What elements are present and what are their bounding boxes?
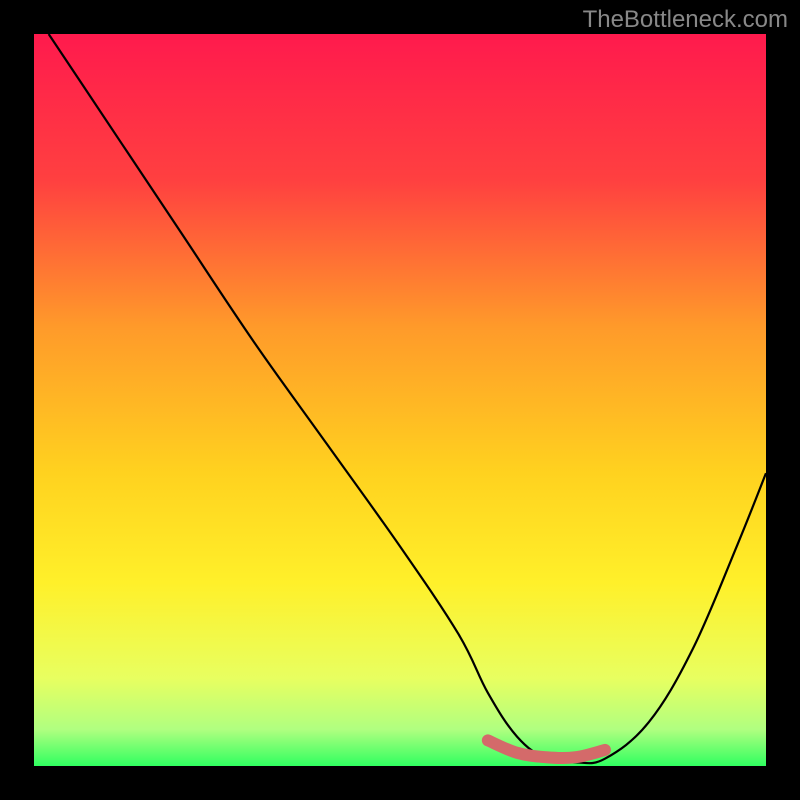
chart-canvas	[34, 34, 766, 766]
watermark-text: TheBottleneck.com	[583, 6, 788, 34]
bottleneck-chart	[34, 34, 766, 766]
gradient-background	[34, 34, 766, 766]
